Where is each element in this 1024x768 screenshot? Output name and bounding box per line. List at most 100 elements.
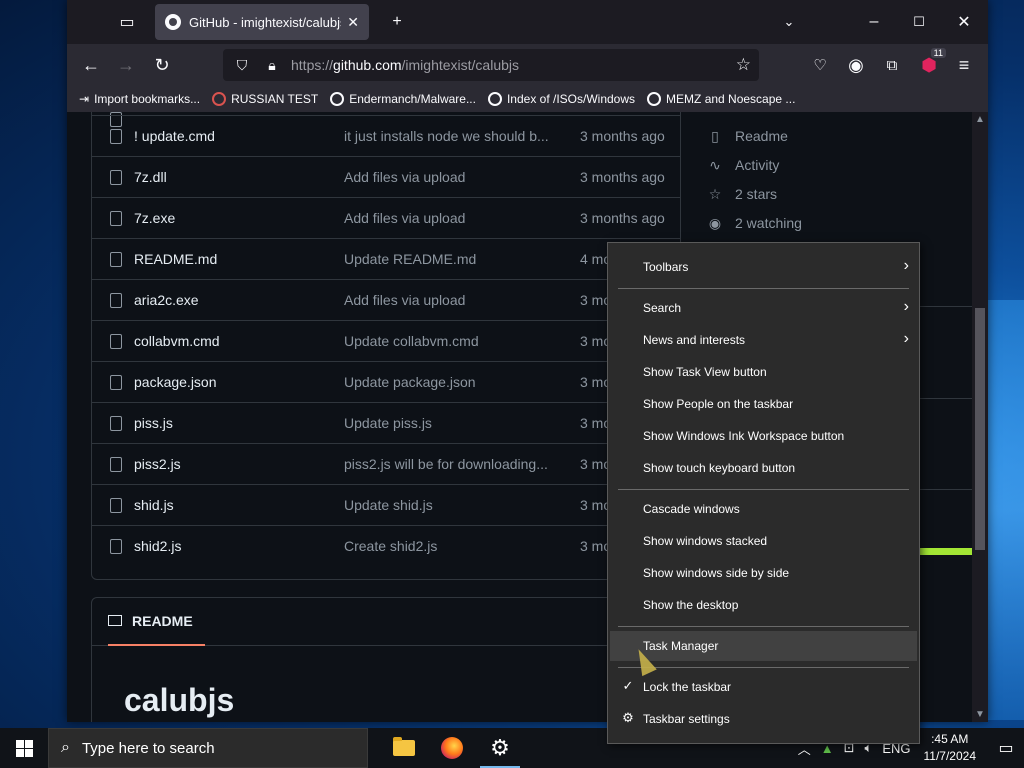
file-icon xyxy=(110,538,122,554)
menu-item-show-desktop[interactable]: Show the desktop xyxy=(610,590,917,620)
table-row[interactable]: aria2c.exe Add files via upload 3 mo xyxy=(92,279,680,320)
commit-message[interactable]: Update README.md xyxy=(344,251,554,267)
language-bar xyxy=(917,548,972,555)
file-name[interactable]: piss2.js xyxy=(134,456,181,472)
menu-item-lock-taskbar[interactable]: ✓ Lock the taskbar xyxy=(610,672,917,702)
list-tabs-icon[interactable]: ⌄ xyxy=(779,12,799,32)
menu-item-cascade[interactable]: Cascade windows xyxy=(610,494,917,524)
sidebar-item-readme[interactable]: ▯ Readme xyxy=(707,128,788,144)
new-tab-button[interactable]: + xyxy=(387,12,407,32)
minimize-button[interactable]: – xyxy=(864,12,884,32)
file-name[interactable]: 7z.exe xyxy=(134,210,175,226)
github-icon xyxy=(165,14,181,30)
scroll-up-icon[interactable]: ▲ xyxy=(972,114,988,125)
google-icon xyxy=(487,92,502,106)
reload-icon[interactable]: ↻ xyxy=(151,54,173,76)
file-name[interactable]: package.json xyxy=(134,374,217,390)
commit-message[interactable]: Add files via upload xyxy=(344,292,554,308)
lock-icon[interactable]: 🔒︎ xyxy=(261,57,283,74)
shield-icon[interactable]: ⛉ xyxy=(231,57,253,74)
table-row[interactable]: shid.js Update shid.js 3 mo xyxy=(92,484,680,525)
menu-item-news[interactable]: News and interests › xyxy=(610,325,917,355)
menu-item-task-manager[interactable]: Task Manager xyxy=(610,631,917,661)
scroll-thumb[interactable] xyxy=(975,308,985,550)
table-row[interactable]: ! update.cmd it just installs node we sh… xyxy=(92,115,680,156)
close-window-button[interactable]: ✕ xyxy=(954,12,974,32)
commit-message[interactable]: Add files via upload xyxy=(344,210,554,226)
menu-item-search[interactable]: Search › xyxy=(610,293,917,323)
bookmark-import[interactable]: ⇥ Import bookmarks... xyxy=(79,92,200,106)
forward-icon[interactable]: → xyxy=(115,54,137,76)
taskbar-search[interactable]: ⌕ Type here to search xyxy=(48,728,368,768)
table-row[interactable]: shid2.js Create shid2.js 3 mo xyxy=(92,525,680,566)
notification-icon[interactable]: ▭ xyxy=(988,728,1024,768)
menu-item-task-view[interactable]: Show Task View button xyxy=(610,357,917,387)
ublock-icon[interactable]: ⬢ 11 xyxy=(918,48,946,76)
table-row[interactable]: 7z.dll Add files via upload 3 months ago xyxy=(92,156,680,197)
bookmark-endermanch[interactable]: Endermanch/Malware... xyxy=(330,92,476,106)
commit-date: 3 months ago xyxy=(580,169,665,185)
menu-item-people[interactable]: Show People on the taskbar xyxy=(610,389,917,419)
commit-message[interactable]: Update package.json xyxy=(344,374,554,390)
clock[interactable]: :45 AM 11/7/2024 xyxy=(924,731,977,765)
firefox-button[interactable] xyxy=(428,728,476,768)
commit-message[interactable]: piss2.js will be for downloading... xyxy=(344,456,554,472)
table-row[interactable]: README.md Update README.md 4 mo xyxy=(92,238,680,279)
extensions-icon[interactable]: ⧉ xyxy=(881,54,903,76)
commit-message[interactable]: it just installs node we should b... xyxy=(344,128,554,144)
table-row[interactable]: package.json Update package.json 3 mo xyxy=(92,361,680,402)
chevron-right-icon: › xyxy=(903,330,909,347)
menu-item-ink-workspace[interactable]: Show Windows Ink Workspace button xyxy=(610,421,917,451)
tab-github[interactable]: GitHub - imightexist/calubjs: th ✕ xyxy=(155,4,369,40)
file-name[interactable]: ! update.cmd xyxy=(134,128,215,144)
url-bar[interactable]: ⛉ 🔒︎ https://github.com/imightexist/calu… xyxy=(223,49,759,81)
sidebar-item-activity[interactable]: ∿ Activity xyxy=(707,157,779,173)
start-button[interactable] xyxy=(0,728,48,768)
url-text[interactable]: https://github.com/imightexist/calubjs xyxy=(291,57,519,73)
table-row[interactable]: 7z.exe Add files via upload 3 months ago xyxy=(92,197,680,238)
bookmark-star-icon[interactable]: ☆ xyxy=(736,55,751,75)
bookmark-russian-test[interactable]: RUSSIAN TEST xyxy=(212,92,318,106)
commit-message[interactable]: Add files via upload xyxy=(344,169,554,185)
file-name[interactable]: aria2c.exe xyxy=(134,292,199,308)
menu-item-toolbars[interactable]: Toolbars › xyxy=(610,252,917,282)
file-icon xyxy=(110,292,122,308)
file-name[interactable]: 7z.dll xyxy=(134,169,167,185)
file-explorer-button[interactable] xyxy=(380,728,428,768)
table-row[interactable]: collabvm.cmd Update collabvm.cmd 3 mo xyxy=(92,320,680,361)
settings-button[interactable]: ⚙ xyxy=(476,728,524,768)
file-name[interactable]: shid.js xyxy=(134,497,174,513)
account-icon[interactable]: ◉ xyxy=(845,54,867,76)
commit-message[interactable]: Update piss.js xyxy=(344,415,554,431)
commit-message[interactable]: Create shid2.js xyxy=(344,538,554,554)
menu-item-side-by-side[interactable]: Show windows side by side xyxy=(610,558,917,588)
tab-overview-icon[interactable]: ▭ xyxy=(117,12,137,32)
file-name[interactable]: README.md xyxy=(134,251,217,267)
maximize-button[interactable]: ☐ xyxy=(909,12,929,32)
file-name[interactable]: shid2.js xyxy=(134,538,181,554)
menu-icon[interactable]: ≡ xyxy=(953,54,975,76)
pocket-icon[interactable]: ♡ xyxy=(809,54,831,76)
back-icon[interactable]: ← xyxy=(80,54,102,76)
scroll-down-icon[interactable]: ▼ xyxy=(972,709,988,720)
menu-item-touch-keyboard[interactable]: Show touch keyboard button xyxy=(610,453,917,483)
commit-message[interactable]: Update collabvm.cmd xyxy=(344,333,554,349)
table-row[interactable]: piss2.js piss2.js will be for downloadin… xyxy=(92,443,680,484)
bookmark-memz[interactable]: MEMZ and Noescape ... xyxy=(647,92,795,106)
file-name[interactable]: piss.js xyxy=(134,415,173,431)
menu-item-taskbar-settings[interactable]: ⚙ Taskbar settings xyxy=(610,704,917,734)
sidebar-item-watching[interactable]: ◉ 2 watching xyxy=(707,215,802,231)
table-row[interactable]: piss.js Update piss.js 3 mo xyxy=(92,402,680,443)
bookmark-isos[interactable]: Index of /ISOs/Windows xyxy=(487,92,635,106)
page-scrollbar[interactable]: ▲ ▼ xyxy=(972,112,988,722)
sidebar-item-stars[interactable]: ☆ 2 stars xyxy=(707,186,777,202)
tab-readme[interactable]: README xyxy=(108,598,205,646)
chevron-right-icon: › xyxy=(903,298,909,315)
search-placeholder: Type here to search xyxy=(81,739,215,757)
file-name[interactable]: collabvm.cmd xyxy=(134,333,220,349)
firefox-icon xyxy=(441,737,463,759)
menu-item-stacked[interactable]: Show windows stacked xyxy=(610,526,917,556)
close-tab-icon[interactable]: ✕ xyxy=(347,14,359,31)
file-icon xyxy=(110,456,122,472)
commit-message[interactable]: Update shid.js xyxy=(344,497,554,513)
